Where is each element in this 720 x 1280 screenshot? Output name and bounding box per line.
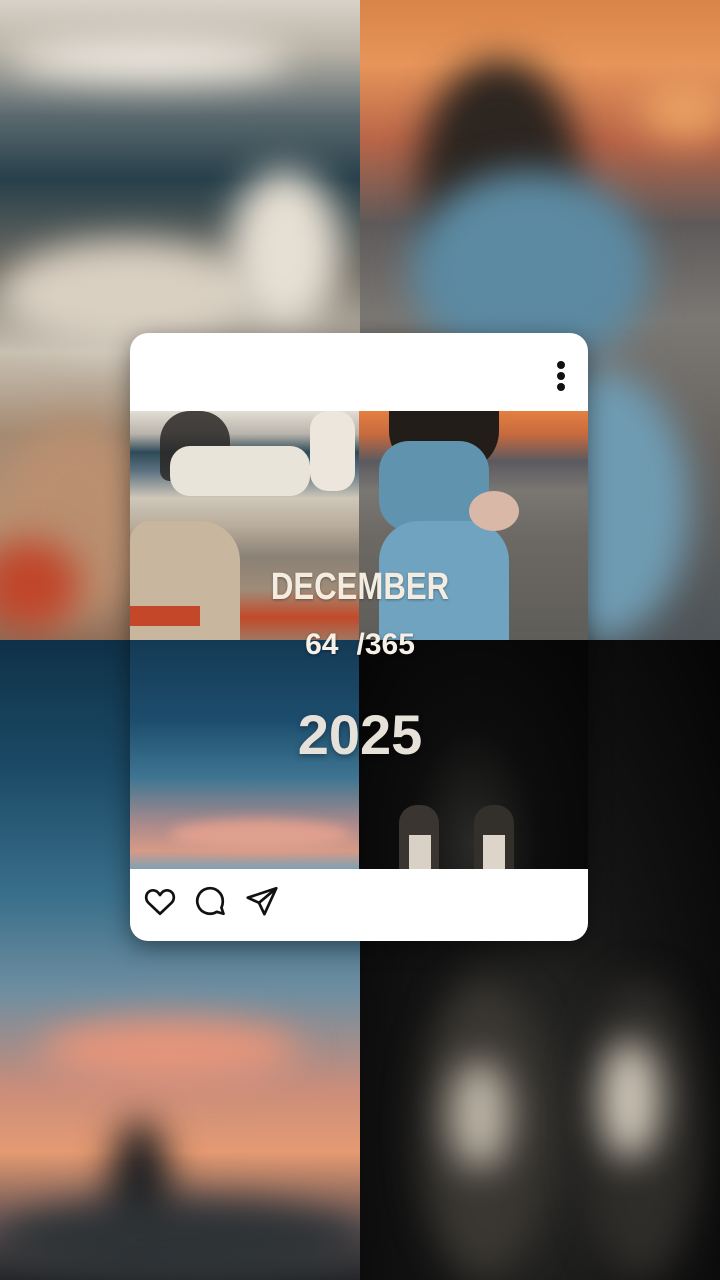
day-current: 64 <box>305 628 339 661</box>
more-vertical-icon[interactable] <box>556 361 566 395</box>
day-counter: 64/365 <box>0 628 720 662</box>
post-actions-bar <box>130 869 588 941</box>
send-icon[interactable] <box>244 883 280 919</box>
year-label: 2025 <box>297 703 423 766</box>
month-label: DECEMBER <box>270 566 450 608</box>
heart-icon[interactable] <box>142 883 178 919</box>
day-total: /365 <box>356 628 415 661</box>
comment-icon[interactable] <box>192 883 228 919</box>
post-header <box>130 333 588 411</box>
